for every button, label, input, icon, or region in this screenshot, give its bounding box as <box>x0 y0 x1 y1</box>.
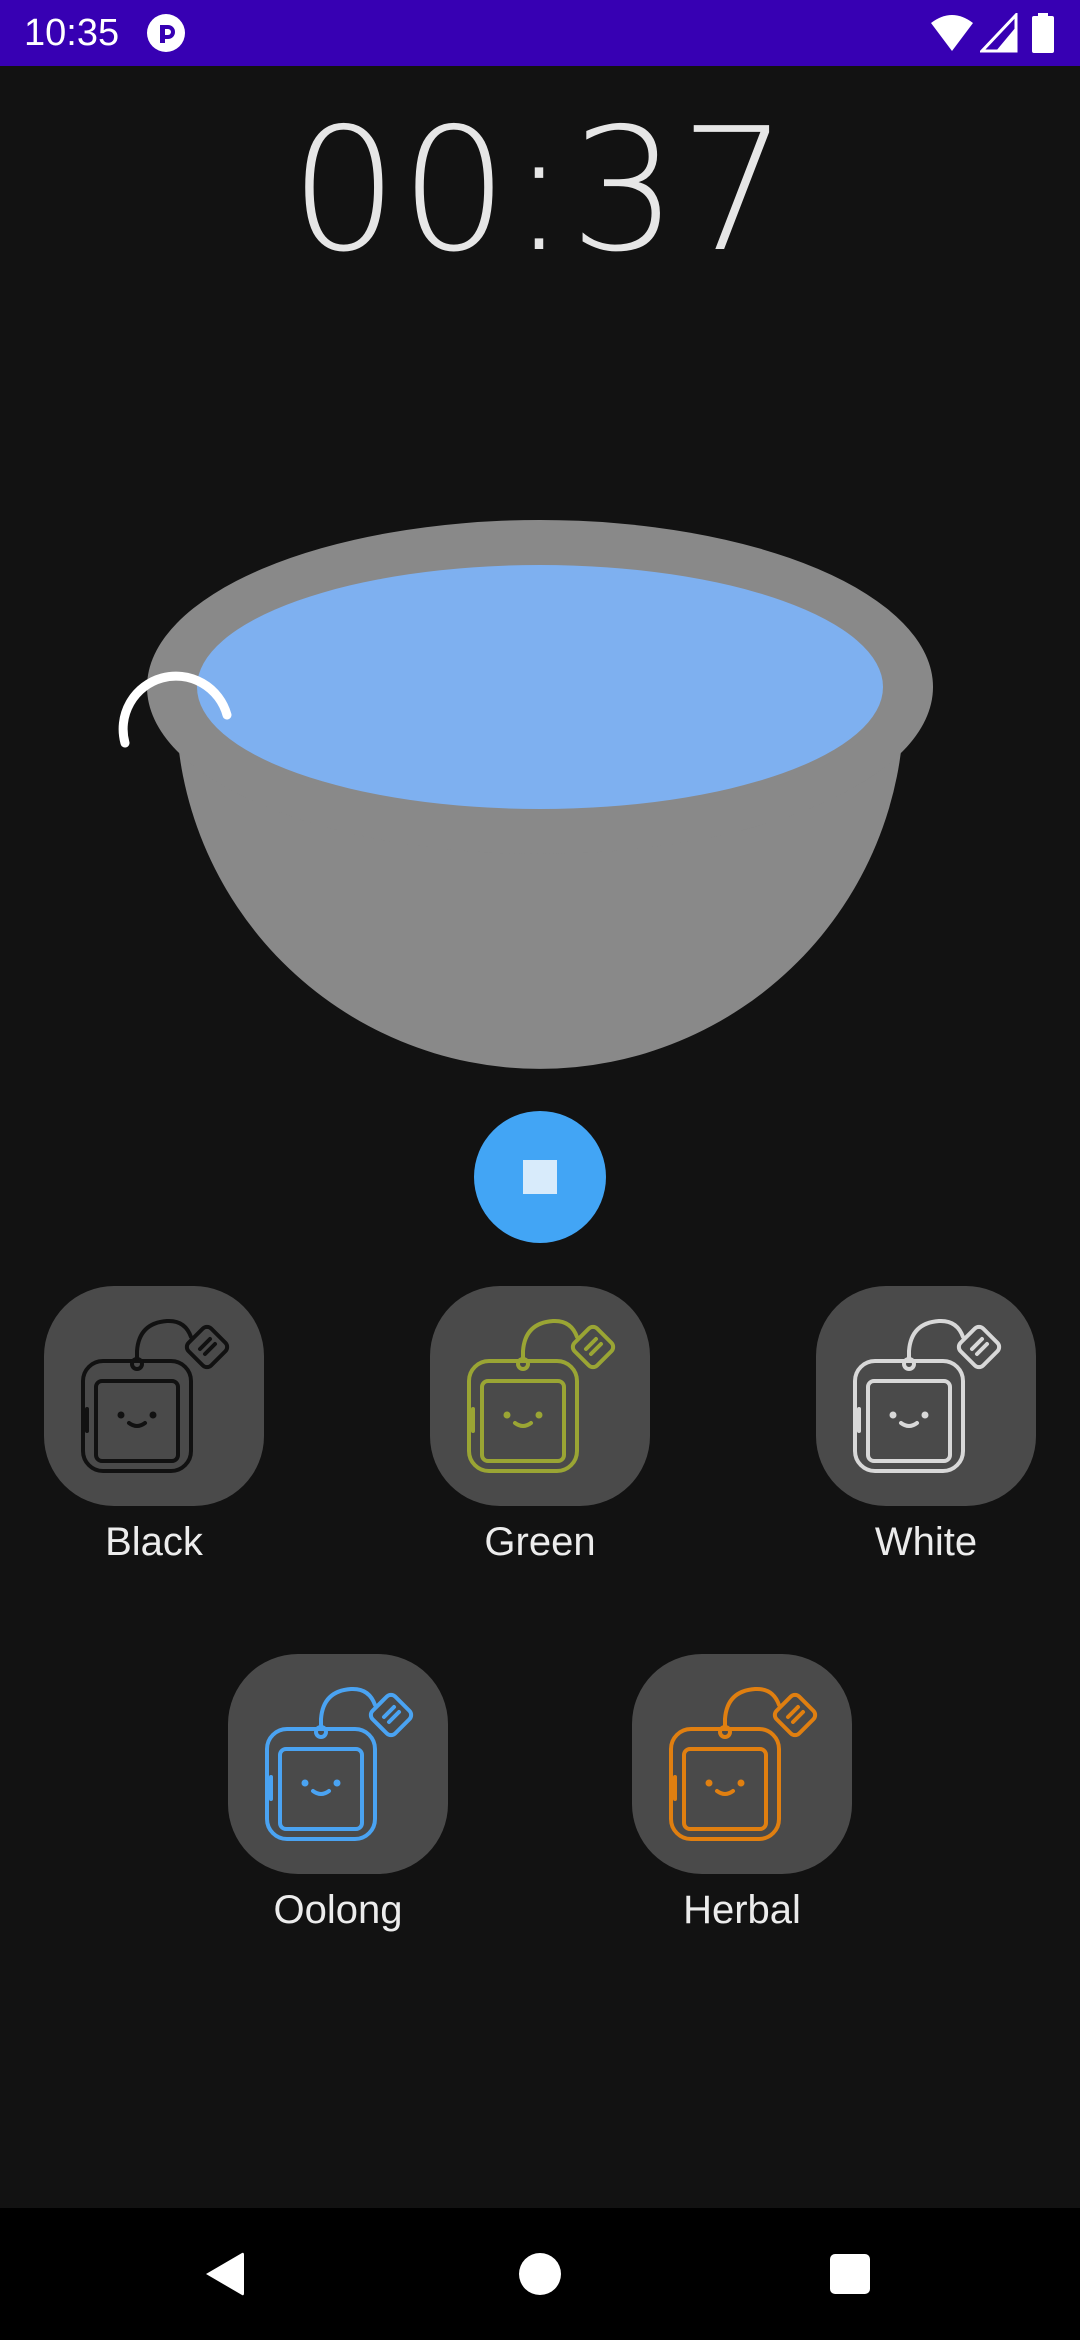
wifi-icon <box>931 15 973 51</box>
tea-tile[interactable] <box>228 1654 448 1874</box>
tea-tile[interactable] <box>44 1286 264 1506</box>
battery-icon <box>1032 13 1054 53</box>
status-bar: 10:35 <box>0 0 1080 66</box>
tea-label: Green <box>484 1520 596 1564</box>
tea-option-green[interactable]: Green <box>430 1286 650 1576</box>
teabag-icon <box>265 1686 414 1841</box>
tea-option-white[interactable]: White <box>816 1286 1036 1576</box>
teabag-icon <box>669 1686 818 1841</box>
tea-label: Oolong <box>273 1888 403 1932</box>
back-triangle-icon[interactable] <box>202 2251 246 2297</box>
tea-tile[interactable] <box>816 1286 1036 1506</box>
status-time: 10:35 <box>24 12 120 54</box>
teabag-icon <box>467 1318 616 1473</box>
recents-square-icon[interactable] <box>830 2254 870 2294</box>
home-circle-icon[interactable] <box>519 2253 561 2295</box>
cell-signal-icon <box>980 13 1018 53</box>
teabag-icon <box>81 1318 230 1473</box>
tea-option-herbal[interactable]: Herbal <box>632 1654 852 1944</box>
stop-icon <box>523 1160 557 1194</box>
stop-button[interactable] <box>474 1111 606 1243</box>
tea-label: Black <box>105 1520 203 1564</box>
tea-label: White <box>874 1520 978 1564</box>
app-notification-icon <box>146 13 186 53</box>
teabag-icon <box>853 1318 1002 1473</box>
tea-bowl-illustration <box>118 520 933 1069</box>
tea-label: Herbal <box>683 1888 801 1932</box>
timer-display: 00:37 <box>290 92 790 290</box>
tea-option-black[interactable]: Black <box>44 1286 264 1576</box>
tea-tile[interactable] <box>430 1286 650 1506</box>
tea-tile[interactable] <box>632 1654 852 1874</box>
tea-timer-screen: 10:35 00:37 Black Green White Oolong Her… <box>0 0 1080 2340</box>
navigation-bar <box>0 2208 1080 2340</box>
tea-option-oolong[interactable]: Oolong <box>228 1654 448 1944</box>
